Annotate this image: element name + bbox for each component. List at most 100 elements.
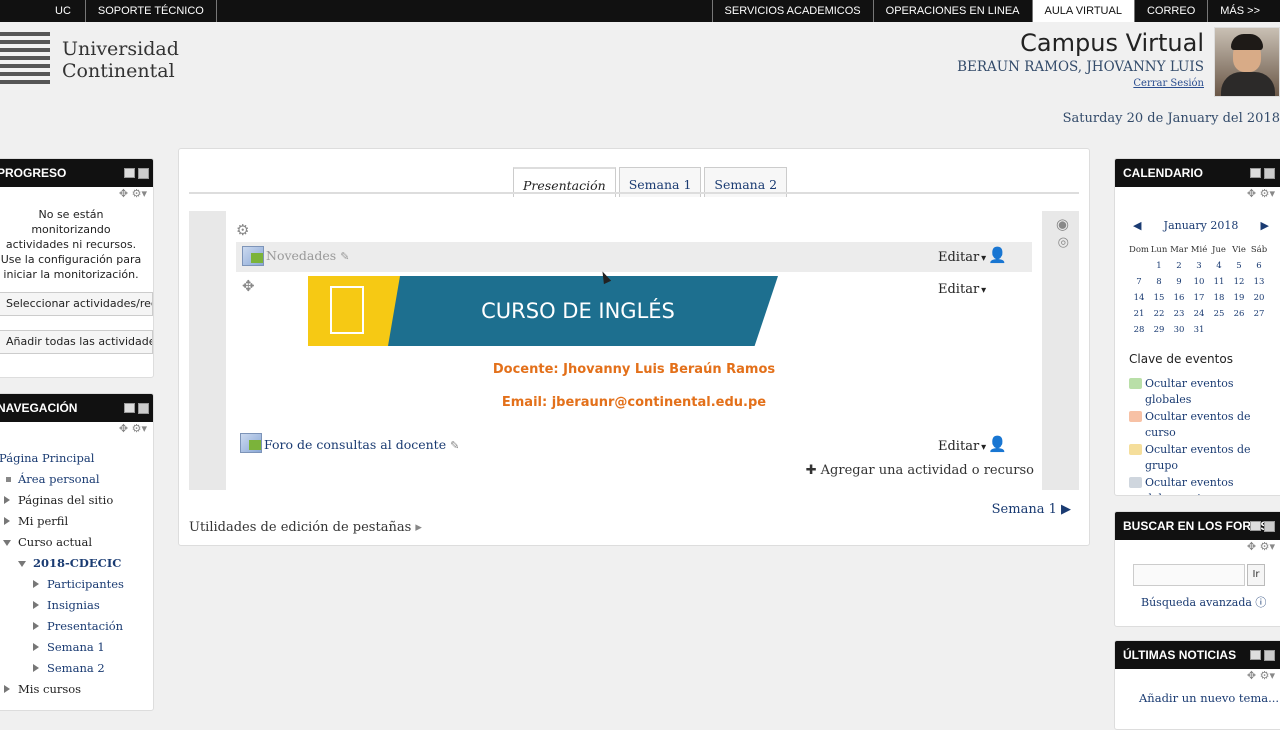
- calendar-day[interactable]: 10: [1189, 274, 1209, 290]
- add-activity-link[interactable]: ✚ Agregar una actividad o recurso: [806, 463, 1034, 478]
- dock-icon[interactable]: [138, 168, 149, 179]
- nav-item-pagina-principal[interactable]: Página Principal: [0, 448, 153, 469]
- nav-item-participantes[interactable]: Participantes: [33, 574, 153, 595]
- calendar-day[interactable]: 18: [1209, 290, 1229, 306]
- nav-item-area-personal[interactable]: Área personal: [6, 469, 153, 490]
- minimize-icon[interactable]: [1250, 168, 1261, 178]
- calendar-day[interactable]: 30: [1169, 322, 1189, 338]
- calendar-day[interactable]: 1: [1149, 258, 1169, 274]
- calendar-day[interactable]: 13: [1249, 274, 1269, 290]
- editar-menu-foro[interactable]: Editar: [938, 439, 986, 454]
- block-tools[interactable]: ✥ ⚙▾: [0, 422, 153, 440]
- calendar-day[interactable]: 24: [1189, 306, 1209, 322]
- search-go-button[interactable]: Ir: [1247, 564, 1265, 586]
- block-tools[interactable]: ✥ ⚙▾: [0, 187, 153, 205]
- nav-item-presentacion[interactable]: Presentación: [33, 616, 153, 637]
- pencil-icon[interactable]: ✎: [340, 250, 349, 263]
- university-name[interactable]: Universidad Continental: [62, 38, 179, 82]
- next-month-icon[interactable]: ▶: [1261, 219, 1269, 232]
- editar-menu-label[interactable]: Editar: [938, 282, 986, 297]
- advanced-search-link[interactable]: Búsqueda avanzada ⓘ: [1141, 594, 1266, 610]
- calendar-day[interactable]: 15: [1149, 290, 1169, 306]
- calendar-day[interactable]: 9: [1169, 274, 1189, 290]
- nav-uc[interactable]: UC: [0, 0, 86, 22]
- calendar-day[interactable]: 23: [1169, 306, 1189, 322]
- nav-soporte[interactable]: SOPORTE TÉCNICO: [86, 0, 217, 22]
- calendar-day[interactable]: 19: [1229, 290, 1249, 306]
- calendar-day[interactable]: 11: [1209, 274, 1229, 290]
- block-tools[interactable]: ✥ ⚙▾: [1115, 669, 1280, 687]
- calendar-day[interactable]: 2: [1169, 258, 1189, 274]
- nav-mas[interactable]: MÁS >>: [1207, 0, 1280, 22]
- calendar-day[interactable]: 21: [1129, 306, 1149, 322]
- minimize-icon[interactable]: [124, 403, 135, 413]
- nav-item-mis-cursos[interactable]: Mis cursos: [4, 679, 153, 700]
- calendar-day[interactable]: 31: [1189, 322, 1209, 338]
- event-key-item[interactable]: Ocultar eventos globales: [1129, 376, 1253, 408]
- calendar-day[interactable]: 6: [1249, 258, 1269, 274]
- pencil-icon[interactable]: ✎: [450, 439, 459, 452]
- dock-icon[interactable]: [1264, 168, 1275, 179]
- university-logo-icon[interactable]: [0, 32, 50, 88]
- calendar-day[interactable]: 7: [1129, 274, 1149, 290]
- calendar-day[interactable]: 5: [1229, 258, 1249, 274]
- minimize-icon[interactable]: [1250, 521, 1261, 531]
- calendar-day[interactable]: 14: [1129, 290, 1149, 306]
- minimize-icon[interactable]: [124, 168, 135, 178]
- calendar-month[interactable]: January 2018: [1164, 219, 1239, 232]
- nav-item-paginas-sitio[interactable]: Páginas del sitio: [4, 490, 153, 511]
- block-tools[interactable]: ✥ ⚙▾: [1115, 540, 1280, 558]
- avatar[interactable]: [1214, 27, 1280, 97]
- calendar-day[interactable]: 29: [1149, 322, 1169, 338]
- calendar-day[interactable]: 12: [1229, 274, 1249, 290]
- event-key-item[interactable]: Ocultar eventos del usuario: [1129, 475, 1253, 495]
- minimize-icon[interactable]: [1250, 650, 1261, 660]
- eye-icon[interactable]: ◎: [1058, 235, 1069, 250]
- logout-link[interactable]: Cerrar Sesión: [957, 76, 1204, 92]
- calendar-day[interactable]: 26: [1229, 306, 1249, 322]
- nav-item-semana-1[interactable]: Semana 1: [33, 637, 153, 658]
- calendar-day[interactable]: 28: [1129, 322, 1149, 338]
- calendar-day[interactable]: 20: [1249, 290, 1269, 306]
- nav-correo[interactable]: CORREO: [1133, 0, 1207, 22]
- block-tools[interactable]: ✥ ⚙▾: [1115, 187, 1280, 205]
- dock-icon[interactable]: [138, 403, 149, 414]
- calendar-day[interactable]: 25: [1209, 306, 1229, 322]
- tab-utilities-link[interactable]: Utilidades de edición de pestañas ▸: [189, 520, 422, 535]
- calendar-day[interactable]: 4: [1209, 258, 1229, 274]
- select-activities-button[interactable]: Seleccionar actividades/recursos: [0, 292, 153, 316]
- nav-aula-virtual[interactable]: AULA VIRTUAL: [1031, 0, 1134, 22]
- next-section-link[interactable]: Semana 1 ▶: [992, 502, 1071, 517]
- nav-item-curso-actual[interactable]: Curso actual: [3, 532, 153, 553]
- nav-operaciones[interactable]: OPERACIONES EN LINEA: [872, 0, 1032, 22]
- add-news-link[interactable]: Añadir un nuevo tema...: [1139, 691, 1280, 705]
- nav-item-semana-2[interactable]: Semana 2: [33, 658, 153, 679]
- calendar-day[interactable]: 3: [1189, 258, 1209, 274]
- nav-servicios[interactable]: SERVICIOS ACADEMICOS: [711, 0, 873, 22]
- event-key-item[interactable]: Ocultar eventos de grupo: [1129, 442, 1253, 474]
- lightbulb-icon[interactable]: ◉: [1056, 215, 1069, 233]
- calendar-day[interactable]: 27: [1249, 306, 1269, 322]
- nav-item-mi-perfil[interactable]: Mi perfil: [4, 511, 153, 532]
- gear-icon[interactable]: ⚙: [236, 221, 249, 239]
- editar-menu-novedades[interactable]: Editar: [938, 250, 986, 265]
- person-icon[interactable]: 👤: [988, 246, 1007, 264]
- calendar-day[interactable]: 8: [1149, 274, 1169, 290]
- forum-search-input[interactable]: [1133, 564, 1245, 586]
- activity-foro[interactable]: Foro de consultas al docente ✎: [264, 437, 459, 452]
- activity-novedades[interactable]: Novedades ✎: [266, 248, 349, 263]
- event-key-item[interactable]: Ocultar eventos de curso: [1129, 409, 1253, 441]
- prev-month-icon[interactable]: ◀: [1133, 219, 1141, 232]
- move-icon[interactable]: ✥: [242, 277, 255, 295]
- add-all-activities-button[interactable]: Añadir todas las actividades/recursos: [0, 330, 153, 354]
- nav-item-insignias[interactable]: Insignias: [33, 595, 153, 616]
- person-icon[interactable]: 👤: [988, 435, 1007, 453]
- help-icon[interactable]: ⓘ: [1255, 596, 1266, 609]
- calendar-day[interactable]: 17: [1189, 290, 1209, 306]
- calendar-day[interactable]: 22: [1149, 306, 1169, 322]
- dock-icon[interactable]: [1264, 650, 1275, 661]
- nav-item-course[interactable]: 2018-CDECIC: [18, 553, 153, 574]
- calendar-day[interactable]: 16: [1169, 290, 1189, 306]
- eye-icon: [1129, 411, 1142, 422]
- dock-icon[interactable]: [1264, 521, 1275, 532]
